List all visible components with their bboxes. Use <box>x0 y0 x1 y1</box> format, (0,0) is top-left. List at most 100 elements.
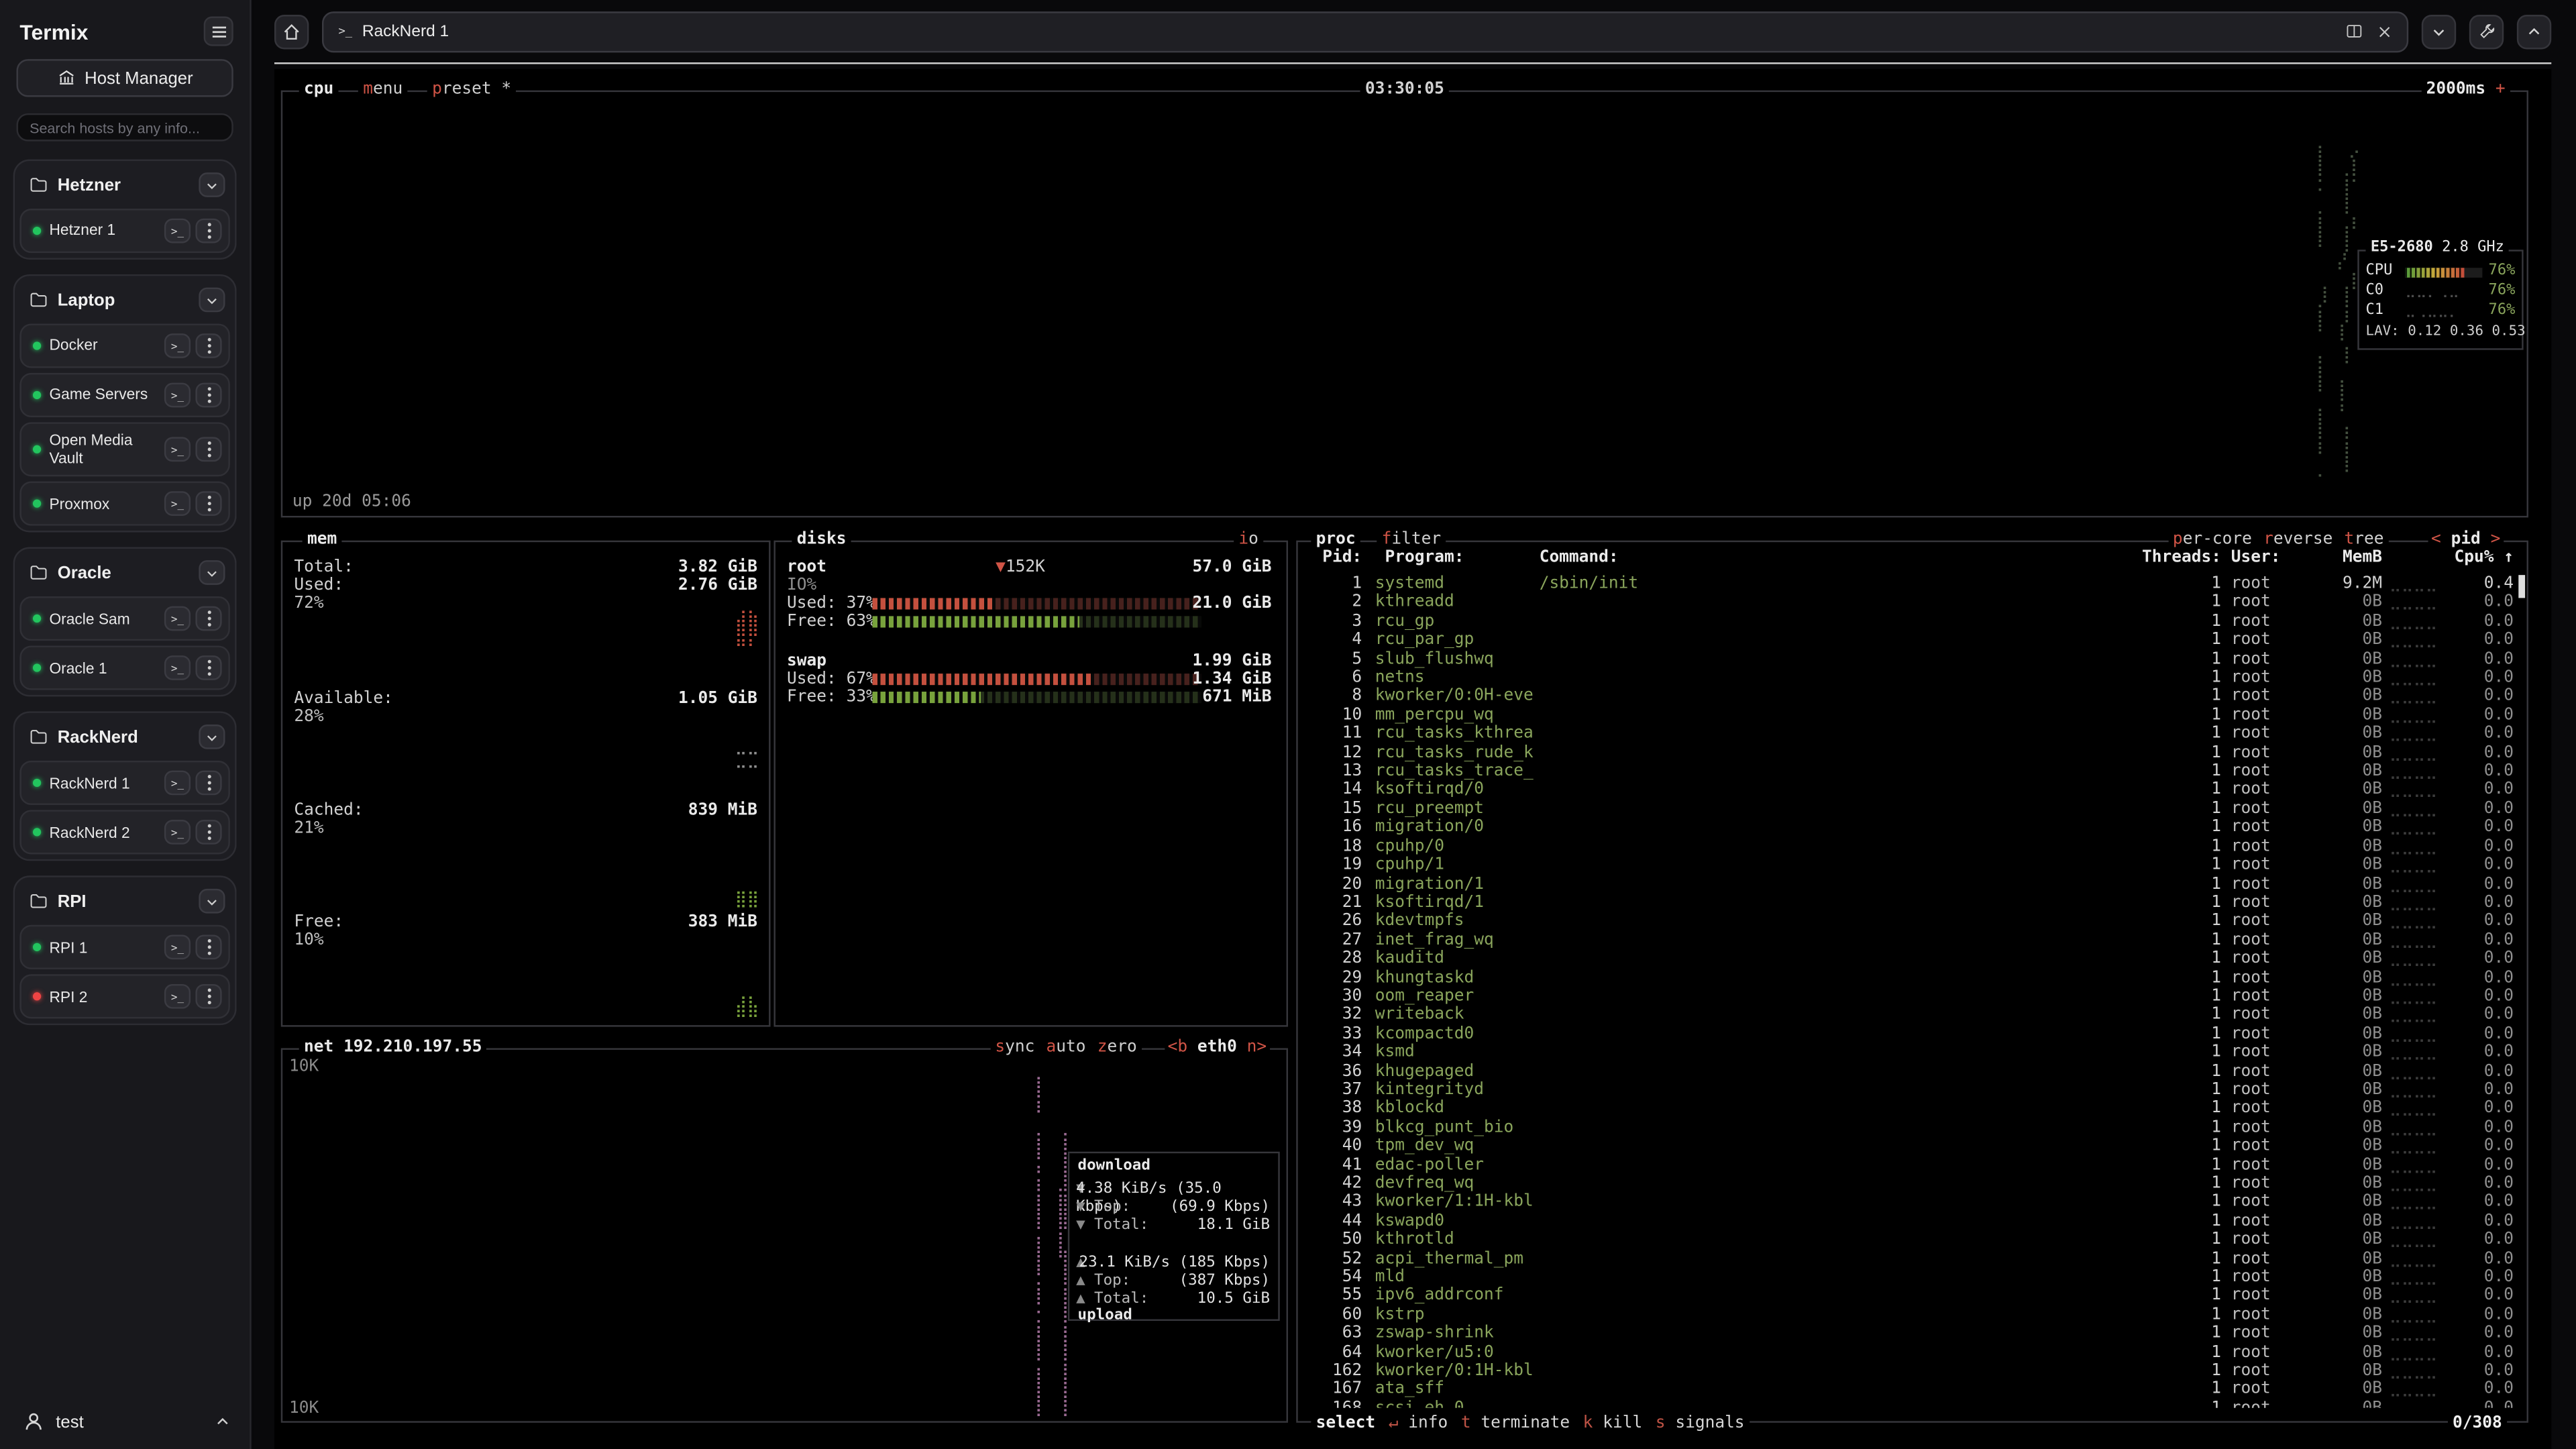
process-row[interactable]: 40tpm_dev_wq1root0B⣀⣀⣀⣀0.0 <box>1306 1137 2514 1156</box>
host-menu-button[interactable] <box>195 935 221 960</box>
process-row[interactable]: 167ata_sff1root0B⣀⣀⣀⣀0.0 <box>1306 1381 2514 1399</box>
folder-header[interactable]: Oracle <box>19 554 229 592</box>
process-row[interactable]: 19cpuhp/11root0B⣀⣀⣀⣀0.0 <box>1306 856 2514 875</box>
process-row[interactable]: 42devfreq_wq1root0B⣀⣀⣀⣀0.0 <box>1306 1175 2514 1193</box>
connect-terminal-button[interactable]: >_ <box>164 771 191 796</box>
process-row[interactable]: 29khungtaskd1root0B⣀⣀⣀⣀0.0 <box>1306 969 2514 987</box>
process-row[interactable]: 37kintegrityd1root0B⣀⣀⣀⣀0.0 <box>1306 1081 2514 1099</box>
process-row[interactable]: 28kauditd1root0B⣀⣀⣀⣀0.0 <box>1306 950 2514 969</box>
interface-selector[interactable]: <b eth0 n> <box>1165 1038 1270 1057</box>
folder-header[interactable]: RPI <box>19 883 229 920</box>
collapse-panel-button[interactable] <box>2517 14 2551 48</box>
process-row[interactable]: 43kworker/1:1H-kbl1root0B⣀⣀⣀⣀0.0 <box>1306 1193 2514 1212</box>
host-menu-button[interactable] <box>195 437 221 462</box>
tools-button[interactable] <box>2469 14 2504 48</box>
process-footer[interactable]: select ↵ info t terminate k kill s signa… <box>1311 1414 1750 1433</box>
process-row[interactable]: 6netns1root0B⣀⣀⣀⣀0.0 <box>1306 669 2514 688</box>
host-menu-button[interactable] <box>195 985 221 1010</box>
process-row[interactable]: 4rcu_par_gp1root0B⣀⣀⣀⣀0.0 <box>1306 631 2514 650</box>
tab-racknerd-1[interactable]: >_ RackNerd 1 <box>322 11 2408 52</box>
connect-terminal-button[interactable]: >_ <box>164 607 191 632</box>
host-row-rpi-1[interactable]: RPI 1 >_ <box>19 926 229 970</box>
host-row-oracle-sam[interactable]: Oracle Sam >_ <box>19 597 229 641</box>
folder-collapse-button[interactable] <box>199 561 225 586</box>
connect-terminal-button[interactable]: >_ <box>164 492 191 517</box>
process-options[interactable]: per-core reverse tree <box>2168 531 2389 549</box>
process-row[interactable]: 20migration/11root0B⣀⣀⣀⣀0.0 <box>1306 875 2514 894</box>
close-tab-button[interactable] <box>2377 24 2392 39</box>
process-row[interactable]: 44kswapd01root0B⣀⣀⣀⣀0.0 <box>1306 1212 2514 1231</box>
host-menu-button[interactable] <box>195 607 221 632</box>
host-menu-button[interactable] <box>195 492 221 517</box>
preset-button[interactable]: preset * <box>427 80 517 99</box>
process-row[interactable]: 38kblockd1root0B⣀⣀⣀⣀0.0 <box>1306 1099 2514 1118</box>
connect-terminal-button[interactable]: >_ <box>164 219 191 244</box>
search-input[interactable] <box>16 113 233 142</box>
folder-collapse-button[interactable] <box>199 172 225 197</box>
host-row-oracle-1[interactable]: Oracle 1 >_ <box>19 646 229 690</box>
host-menu-button[interactable] <box>195 383 221 408</box>
folder-collapse-button[interactable] <box>199 725 225 750</box>
host-menu-button[interactable] <box>195 820 221 845</box>
process-row[interactable]: 52acpi_thermal_pm1root0B⣀⣀⣀⣀0.0 <box>1306 1250 2514 1269</box>
host-row-rpi-2[interactable]: RPI 2 >_ <box>19 975 229 1019</box>
host-menu-button[interactable] <box>195 771 221 796</box>
host-row-docker[interactable]: Docker >_ <box>19 323 229 368</box>
process-row[interactable]: 162kworker/0:1H-kbl1root0B⣀⣀⣀⣀0.0 <box>1306 1362 2514 1381</box>
connect-terminal-button[interactable]: >_ <box>164 437 191 462</box>
process-row[interactable]: 8kworker/0:0H-eve1root0B⣀⣀⣀⣀0.0 <box>1306 688 2514 706</box>
process-row[interactable]: 1systemd/sbin/init1root9.2M⣀⣀⣀⣀0.4 <box>1306 575 2514 594</box>
connect-terminal-button[interactable]: >_ <box>164 985 191 1010</box>
process-row[interactable]: 5slub_flushwq1root0B⣀⣀⣀⣀0.0 <box>1306 650 2514 669</box>
host-manager-button[interactable]: Host Manager <box>16 59 233 97</box>
host-row-racknerd-1[interactable]: RackNerd 1 >_ <box>19 761 229 806</box>
process-row[interactable]: 10mm_percpu_wq1root0B⣀⣀⣀⣀0.0 <box>1306 706 2514 725</box>
tab-list-button[interactable] <box>2422 14 2456 48</box>
user-menu[interactable]: test <box>13 1400 237 1436</box>
connect-terminal-button[interactable]: >_ <box>164 820 191 845</box>
process-row[interactable]: 18cpuhp/01root0B⣀⣀⣀⣀0.0 <box>1306 837 2514 856</box>
process-row[interactable]: 64kworker/u5:01root0B⣀⣀⣀⣀0.0 <box>1306 1343 2514 1362</box>
process-row[interactable]: 15rcu_preempt1root0B⣀⣀⣀⣀0.0 <box>1306 800 2514 818</box>
terminal[interactable]: cpu menu preset * 03:30:05 2000ms + ⡆ ⡠ … <box>274 69 2551 1449</box>
pid-sort-selector[interactable]: < pid > <box>2428 531 2504 549</box>
process-row[interactable]: 2kthreadd1root0B⣀⣀⣀⣀0.0 <box>1306 594 2514 612</box>
host-row-racknerd-2[interactable]: RackNerd 2 >_ <box>19 810 229 855</box>
folder-header[interactable]: RackNerd <box>19 718 229 756</box>
process-row[interactable]: 60kstrp1root0B⣀⣀⣀⣀0.0 <box>1306 1306 2514 1325</box>
connect-terminal-button[interactable]: >_ <box>164 333 191 358</box>
process-row[interactable]: 32writeback1root0B⣀⣀⣀⣀0.0 <box>1306 1006 2514 1025</box>
process-row[interactable]: 30oom_reaper1root0B⣀⣀⣀⣀0.0 <box>1306 987 2514 1006</box>
host-row-hetzner-1[interactable]: Hetzner 1 >_ <box>19 209 229 253</box>
process-row[interactable]: 11rcu_tasks_kthrea1root0B⣀⣀⣀⣀0.0 <box>1306 725 2514 744</box>
process-row[interactable]: 50kthrotld1root0B⣀⣀⣀⣀0.0 <box>1306 1231 2514 1250</box>
host-menu-button[interactable] <box>195 656 221 681</box>
process-row[interactable]: 39blkcg_punt_bio1root0B⣀⣀⣀⣀0.0 <box>1306 1118 2514 1137</box>
connect-terminal-button[interactable]: >_ <box>164 383 191 408</box>
process-row[interactable]: 26kdevtmpfs1root0B⣀⣀⣀⣀0.0 <box>1306 912 2514 931</box>
folder-header[interactable]: Laptop <box>19 281 229 319</box>
process-scrollbar[interactable] <box>2518 575 2525 598</box>
host-menu-button[interactable] <box>195 333 221 358</box>
home-button[interactable] <box>274 14 309 48</box>
process-row[interactable]: 16migration/01root0B⣀⣀⣀⣀0.0 <box>1306 818 2514 837</box>
process-row[interactable]: 168scsi_eh_01root0B⣀⣀⣀⣀0.0 <box>1306 1399 2514 1408</box>
network-controls[interactable]: sync auto zero <box>990 1038 1142 1057</box>
folder-collapse-button[interactable] <box>199 890 225 914</box>
host-menu-button[interactable] <box>195 219 221 244</box>
host-row-open-media-vault[interactable]: Open Media Vault >_ <box>19 422 229 477</box>
process-row[interactable]: 3rcu_gp1root0B⣀⣀⣀⣀0.0 <box>1306 612 2514 631</box>
process-row[interactable]: 54mld1root0B⣀⣀⣀⣀0.0 <box>1306 1269 2514 1287</box>
process-row[interactable]: 55ipv6_addrconf1root0B⣀⣀⣀⣀0.0 <box>1306 1287 2514 1306</box>
update-interval[interactable]: 2000ms + <box>2421 80 2510 99</box>
sidebar-menu-button[interactable] <box>204 16 233 46</box>
process-row[interactable]: 33kcompactd01root0B⣀⣀⣀⣀0.0 <box>1306 1025 2514 1044</box>
host-row-proxmox[interactable]: Proxmox >_ <box>19 482 229 526</box>
process-row[interactable]: 63zswap-shrink1root0B⣀⣀⣀⣀0.0 <box>1306 1324 2514 1343</box>
folder-collapse-button[interactable] <box>199 288 225 313</box>
process-row[interactable]: 14ksoftirqd/01root0B⣀⣀⣀⣀0.0 <box>1306 781 2514 800</box>
process-row[interactable]: 34ksmd1root0B⣀⣀⣀⣀0.0 <box>1306 1043 2514 1062</box>
connect-terminal-button[interactable]: >_ <box>164 935 191 960</box>
menu-button[interactable]: menu <box>358 80 408 99</box>
host-row-game-servers[interactable]: Game Servers >_ <box>19 373 229 417</box>
